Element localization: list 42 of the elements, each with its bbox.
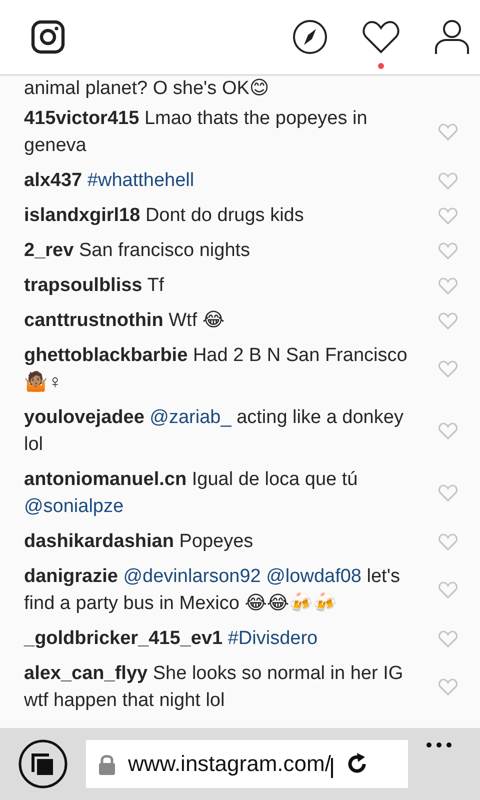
compass-icon[interactable]	[292, 19, 328, 55]
like-icon[interactable]	[438, 360, 458, 378]
comment-text: youlovejadee @zariab_ acting like a donkey lol	[24, 406, 404, 457]
like-icon[interactable]	[438, 678, 458, 696]
comment-text: dashikardashian Popeyes	[24, 530, 254, 554]
comment-text: antoniomanuel.cn Igual de loca que tú @sonialpze	[24, 468, 359, 519]
like-icon[interactable]	[438, 206, 458, 224]
comment-text: ghettoblackbarbie Had 2 B N San Francisco 🤷🏽♀	[24, 344, 408, 395]
profile-icon[interactable]	[434, 19, 470, 55]
heart-icon[interactable]	[362, 20, 400, 54]
mention-link[interactable]: #whatthehell	[87, 170, 194, 191]
mention-link[interactable]: @sonialpze	[24, 496, 124, 517]
mention-link[interactable]: @zariab_	[150, 407, 232, 428]
comment-text: animal planet? O she's OK😊	[24, 77, 270, 101]
comment-text: 415victor415 Lmao thats the popeyes in geneva	[24, 107, 368, 158]
address-field[interactable]: www.instagram.com/	[86, 740, 408, 788]
like-icon[interactable]	[438, 422, 458, 440]
like-icon[interactable]	[438, 312, 458, 330]
like-icon[interactable]	[438, 630, 458, 648]
like-icon[interactable]	[438, 276, 458, 294]
camera-icon[interactable]	[31, 20, 65, 54]
lock-icon	[98, 753, 116, 775]
like-icon[interactable]	[438, 484, 458, 502]
comment-text: _goldbricker_415_ev1 #Divisdero	[24, 627, 319, 651]
comment-text: alex_can_flyy She looks so normal in her IG wtf happen that night lol	[24, 662, 404, 713]
like-icon[interactable]	[438, 242, 458, 260]
like-icon[interactable]	[438, 123, 458, 141]
mention-link[interactable]: #Divisdero	[228, 628, 318, 649]
comment-text: alx437 #whatthehell	[24, 169, 196, 193]
like-icon[interactable]	[438, 581, 458, 599]
comment-text: danigrazie @devinlarson92 @lowdaf08 let's find a party bus in Mexico 😂😂🍻🍻	[24, 565, 401, 616]
like-icon[interactable]	[438, 172, 458, 190]
comment-text: trapsoulbliss Tf	[24, 274, 166, 298]
comment-text: canttrustnothin Wtf 😂	[24, 309, 226, 333]
tabs-icon[interactable]	[18, 739, 68, 789]
like-icon[interactable]	[438, 532, 458, 550]
comment-text: islandxgirl18 Dont do drugs kids	[24, 204, 305, 228]
mention-link[interactable]: @lowdaf08	[266, 566, 362, 587]
mention-link[interactable]: @devinlarson92	[123, 566, 261, 587]
text-cursor	[330, 758, 333, 778]
more-icon[interactable]	[426, 742, 452, 748]
comment-text: 2_rev San francisco nights	[24, 239, 252, 263]
